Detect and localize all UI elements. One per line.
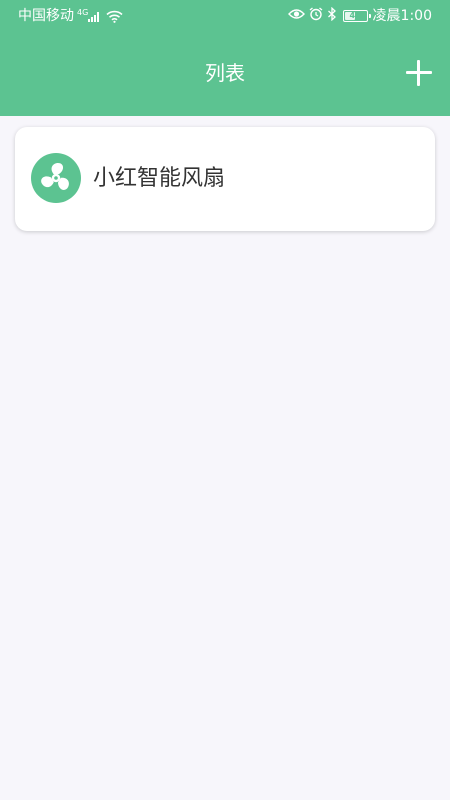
signal-icon — [88, 10, 102, 22]
network-type-label: 4G — [77, 7, 89, 17]
status-right: 47 凌晨1:00 — [287, 6, 432, 25]
eye-icon — [287, 8, 305, 24]
bluetooth-icon — [327, 6, 337, 25]
status-left: 中国移动 4G — [18, 7, 123, 25]
fan-icon — [31, 153, 81, 203]
wifi-icon — [106, 10, 123, 23]
clock-time: 凌晨1:00 — [372, 8, 432, 24]
battery-level: 47 — [349, 11, 361, 20]
app-screen: 中国移动 4G 47 凌晨1:00 列表 小红智能风扇 — [0, 0, 450, 800]
title-bar: 列表 — [0, 32, 450, 116]
page-title: 列表 — [205, 61, 245, 85]
status-bar: 中国移动 4G 47 凌晨1:00 — [0, 0, 450, 32]
battery-icon: 47 — [342, 10, 371, 22]
device-card[interactable]: 小红智能风扇 — [15, 127, 435, 231]
alarm-icon — [309, 7, 323, 25]
device-name: 小红智能风扇 — [93, 166, 226, 191]
add-device-button[interactable] — [404, 58, 434, 88]
carrier-label: 中国移动 — [18, 8, 74, 24]
